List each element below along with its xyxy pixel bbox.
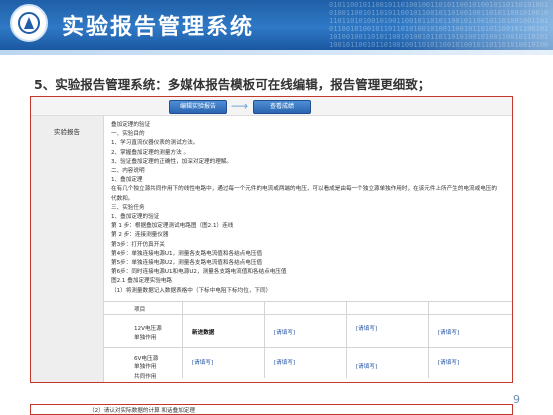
- report-line: 第4步：单独连接电源U1，测量各支路电流值和各结点电压值: [111, 250, 263, 257]
- slide-header: 实验报告管理系统 0101100101100101101001001101011…: [0, 0, 553, 50]
- header-underline: [0, 50, 553, 55]
- report-line: 叠加定理的验证: [111, 122, 151, 128]
- report-line: 第6步：同时连接电源U1和电源U2，测量各支路电流值和各结点电压值: [111, 269, 287, 276]
- measurement-table: 项目 12V电压源 单独作用 新进数据 [请填写] [请填写] [请填写] 6V…: [104, 301, 512, 380]
- step-arrow-icon: ⟶: [231, 99, 249, 113]
- edit-report-button[interactable]: 编辑实验报告: [169, 100, 227, 114]
- report-line: 图2.1 叠加定理实验电路: [111, 278, 173, 285]
- table-header-row: 项目: [104, 301, 512, 314]
- table-cell-input[interactable]: [请填写]: [192, 358, 213, 366]
- table-cell-input[interactable]: 新进数据: [192, 328, 214, 336]
- report-line: 第3步：打开仿真开关: [111, 241, 165, 248]
- report-field-label: 实验报告: [54, 128, 80, 136]
- row-label: 6V电压源: [134, 356, 159, 362]
- next-page-line: （2）请认对实际数据的计算 和话叠加定理: [89, 408, 196, 414]
- report-line: 1、叠加定理的验证: [111, 214, 160, 221]
- header-glow: [393, 0, 553, 50]
- table-cell-input[interactable]: [请填写]: [438, 328, 459, 336]
- report-line: 二、内容说明: [111, 168, 145, 175]
- report-line: 第5步：单独连接电源U2，测量各支路电流值和各结点电压值: [111, 260, 263, 267]
- field-label-column: 实验报告: [31, 116, 104, 382]
- report-line: （1）将测量数据记入数据表格中（下标中电阻下标均位，下同）: [111, 287, 272, 294]
- university-logo: [10, 4, 48, 42]
- table-row: 12V电压源 单独作用 新进数据 [请填写] [请填写] [请填写]: [104, 314, 512, 347]
- report-line: 代数和。: [111, 195, 134, 202]
- report-line: 第 1 步：根据叠加定理测试电路图（图2.1）连线: [111, 223, 234, 230]
- report-line: 2、掌握叠加定理的测量方法 。: [111, 149, 190, 156]
- row-label: 12V电压源: [134, 326, 162, 332]
- table-cell-input[interactable]: [请填写]: [356, 324, 377, 332]
- step-bar: 编辑实验报告 ⟶ 查看成绩: [31, 97, 512, 116]
- report-line: 1、叠加定理: [111, 177, 143, 184]
- row-label: 共同作用: [134, 374, 157, 380]
- slide-title: 实验报告管理系统: [62, 15, 255, 40]
- view-grades-button[interactable]: 查看成绩: [253, 100, 311, 114]
- row-sublabel: 单独作用: [134, 335, 157, 341]
- table-cell-input[interactable]: [请填写]: [438, 358, 459, 366]
- row-sublabel: 单独作用: [134, 364, 157, 370]
- report-line: 在有几个独立源共同作用下的线性电路中，通过每一个元件的电流或两端的电压，可以看成…: [111, 186, 497, 193]
- table-cell-input[interactable]: [请填写]: [274, 358, 295, 366]
- report-line: 3、验证叠加定理的正确性，加深对定理的理解。: [111, 158, 233, 165]
- report-line: 第 2 步：连接测量仪器: [111, 232, 169, 239]
- report-editor-screenshot: 编辑实验报告 ⟶ 查看成绩 实验报告 叠加定理的验证 一、实验目的 1、学习直流…: [30, 96, 513, 383]
- slide-heading: 5、实验报告管理系统：多媒体报告模板可在线编辑，报告管理更细致；: [34, 77, 431, 92]
- table-row: 6V电压源 单独作用 [请填写] [请填写] [请填写] [请填写] 共同作用: [104, 347, 512, 380]
- report-line: 1、学习直流仪器仪表的测试方法。: [111, 140, 199, 147]
- table-cell-input[interactable]: [请填写]: [274, 328, 295, 336]
- report-body[interactable]: 叠加定理的验证 一、实验目的 1、学习直流仪器仪表的测试方法。 2、掌握叠加定理…: [111, 121, 507, 296]
- report-line: 一、实验目的: [111, 131, 145, 138]
- table-cell-input[interactable]: [请填写]: [356, 362, 377, 370]
- page-number: 9: [513, 393, 520, 406]
- next-page-preview: （2）请认对实际数据的计算 和话叠加定理: [30, 404, 513, 415]
- report-line: 三、实验任务: [111, 204, 145, 211]
- table-header-label: 项目: [134, 307, 146, 313]
